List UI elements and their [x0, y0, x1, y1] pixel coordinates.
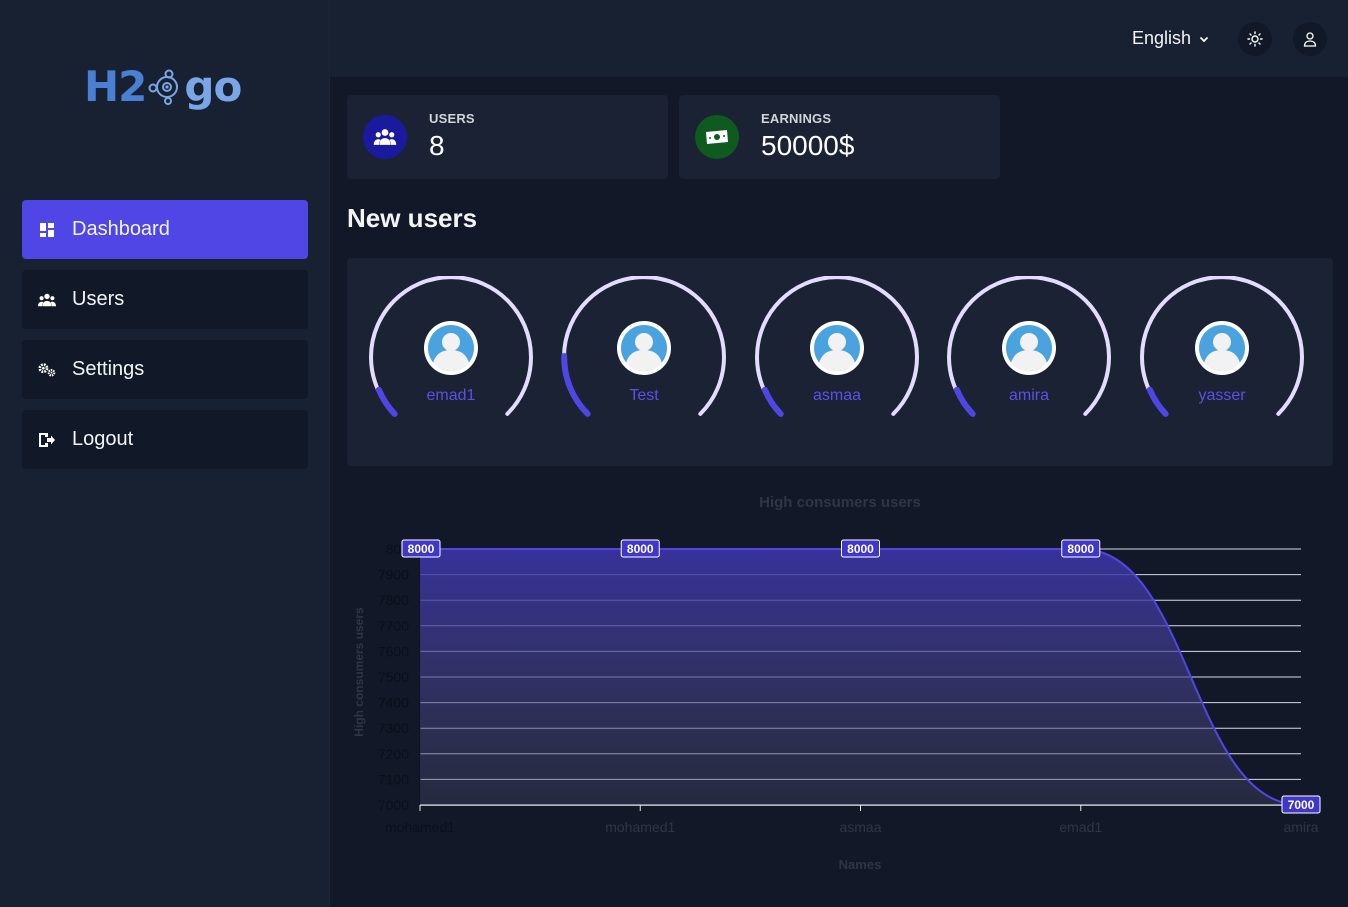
- sidebar-item-label: Settings: [72, 358, 145, 380]
- stat-card-earnings: EARNINGS 50000$: [679, 95, 1000, 179]
- chart-y-tick-label: 7200: [378, 746, 409, 762]
- sidebar-item-logout[interactable]: Logout: [22, 410, 308, 469]
- language-label: English: [1132, 28, 1192, 48]
- user-gauge[interactable]: yasser: [1138, 276, 1308, 426]
- logo-text-go: go: [184, 61, 242, 111]
- chart-data-label: 8000: [401, 539, 441, 558]
- logout-icon: [38, 431, 56, 449]
- logo-molecule-icon: [148, 69, 179, 105]
- user-gauge[interactable]: amira: [945, 276, 1115, 426]
- theme-toggle-button[interactable]: [1238, 22, 1272, 56]
- chart-y-tick-label: 7800: [378, 592, 409, 608]
- user-name: yasser: [1198, 387, 1246, 404]
- user-name: amira: [1008, 387, 1049, 404]
- brand-logo[interactable]: H2 go: [84, 60, 254, 112]
- chart-data-label-text: 8000: [1067, 542, 1094, 556]
- language-select[interactable]: English: [1132, 28, 1209, 49]
- avatar: [1195, 321, 1249, 375]
- chart-series-area: [420, 548, 1302, 806]
- gears-icon: [38, 361, 56, 379]
- sidebar-item-label: Logout: [72, 428, 134, 450]
- user-gauge[interactable]: Test: [560, 276, 730, 426]
- stat-value: 50000$: [761, 130, 855, 161]
- chart-data-label-text: 8000: [408, 542, 435, 556]
- avatar: [617, 321, 671, 375]
- chart-y-tick-label: 7900: [378, 567, 409, 583]
- stat-label: EARNINGS: [761, 111, 832, 126]
- chart-data-label: 8000: [841, 539, 880, 558]
- chart-data-label: 7000: [1281, 795, 1321, 814]
- users-icon: [38, 291, 56, 309]
- user-name: Test: [629, 387, 659, 404]
- avatar: [1002, 321, 1056, 375]
- stat-value: 8: [429, 130, 445, 161]
- avatar: [810, 321, 864, 375]
- user-gauge[interactable]: emad1: [367, 276, 537, 426]
- sidebar-item-label: Users: [72, 288, 125, 310]
- chart-y-tick-label: 7000: [378, 797, 409, 813]
- chart-y-tick-label: 7500: [378, 669, 409, 685]
- chart-xlabel: Names: [839, 857, 882, 872]
- stat-label: USERS: [429, 111, 475, 126]
- chart-x-tick-label: asmaa: [839, 819, 881, 835]
- high-consumers-chart: High consumers users Names High consumer…: [347, 480, 1333, 890]
- sidebar-nav: Dashboard Users Settings Logout: [22, 200, 308, 480]
- user-name: emad1: [426, 387, 476, 404]
- chevron-down-icon: [1199, 36, 1209, 42]
- chart-x-tick-label: amira: [1283, 819, 1318, 835]
- chart-x-tick-label: mohamed1: [605, 819, 675, 835]
- section-title-new-users: New users: [347, 203, 478, 233]
- users-icon: [363, 115, 407, 159]
- new-users-panel: emad1 Test asmaa amira yasser: [347, 258, 1333, 466]
- sidebar-item-settings[interactable]: Settings: [22, 340, 308, 399]
- dashboard-icon: [38, 221, 56, 239]
- chart-x-tick-label: mohamed1: [385, 819, 455, 835]
- chart-ylabel: High consumers users: [352, 607, 366, 737]
- money-icon: [695, 115, 739, 159]
- chart-x-axis: mohamed1 mohamed1 asmaa emad1 amira: [385, 805, 1319, 835]
- user-name: asmaa: [812, 387, 862, 404]
- logo-text-h2: H2: [84, 61, 147, 111]
- sidebar-item-label: Dashboard: [72, 218, 170, 240]
- chart-data-label-text: 7000: [1288, 798, 1315, 812]
- stat-card-users: USERS 8: [347, 95, 668, 179]
- chart-y-tick-label: 7300: [378, 720, 409, 736]
- sun-icon: [1247, 31, 1263, 47]
- chart-canvas: High consumers users Names High consumer…: [352, 494, 1321, 872]
- sidebar-item-dashboard[interactable]: Dashboard: [22, 200, 308, 259]
- avatar: [424, 321, 478, 375]
- chart-title: High consumers users: [759, 494, 921, 511]
- user-gauge[interactable]: asmaa: [753, 276, 923, 426]
- sidebar-item-users[interactable]: Users: [22, 270, 308, 329]
- chart-y-tick-label: 7600: [378, 643, 409, 659]
- chart-data-label: 8000: [620, 539, 660, 558]
- sidebar: H2 go Dashboard Users Settings Logout: [0, 0, 330, 907]
- chart-data-label: 8000: [1061, 539, 1101, 558]
- profile-button[interactable]: [1293, 22, 1327, 56]
- user-icon: [1303, 32, 1317, 47]
- chart-y-tick-label: 7100: [378, 771, 409, 787]
- chart-y-tick-label: 7400: [378, 695, 409, 711]
- chart-area-fill: [420, 549, 1301, 805]
- topbar: English: [330, 0, 1348, 77]
- chart-data-label-text: 8000: [847, 542, 874, 556]
- chart-y-axis: 7000 7100 7200 7300 7400 7500 7600 7700 7800 7900…: [378, 541, 409, 813]
- chart-x-tick-label: emad1: [1059, 819, 1102, 835]
- chart-y-tick-label: 7700: [378, 618, 409, 634]
- chart-data-label-text: 8000: [627, 542, 654, 556]
